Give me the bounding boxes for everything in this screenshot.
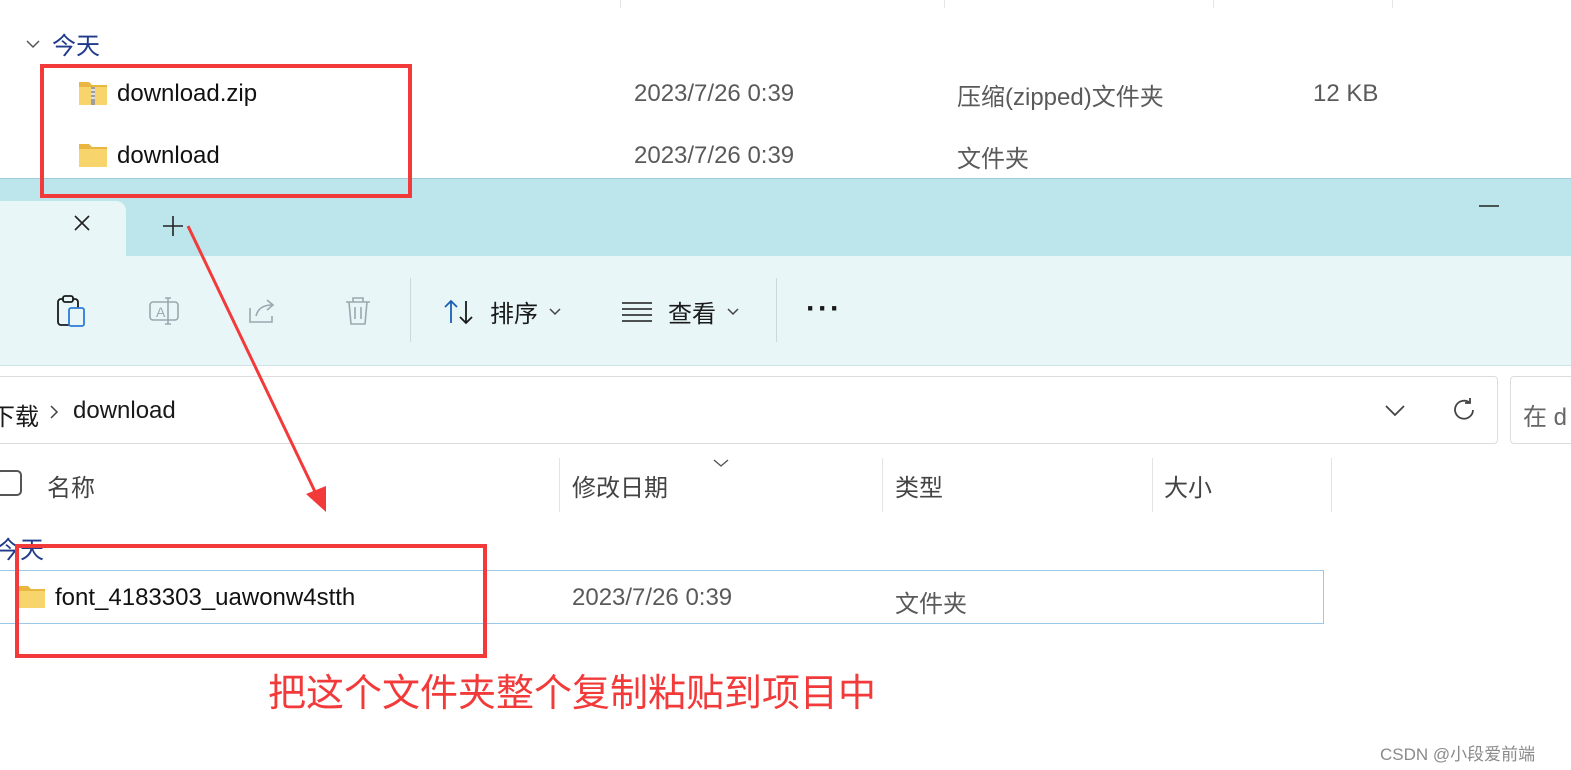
chevron-down-icon (727, 307, 739, 315)
file-date: 2023/7/26 0:39 (634, 142, 795, 169)
group-label: 今天 (52, 33, 100, 60)
column-header-type[interactable]: 类型 (895, 468, 943, 503)
column-divider[interactable] (1152, 458, 1153, 512)
file-size: 12 KB (1313, 80, 1379, 107)
more-options-button[interactable]: ··· (806, 292, 842, 326)
active-tab[interactable] (0, 201, 126, 259)
address-history-chevron-icon[interactable] (1384, 404, 1406, 418)
address-area: 下载 download (0, 366, 1571, 446)
svg-text:A: A (156, 304, 166, 320)
chevron-down-icon (549, 307, 561, 315)
column-header-size[interactable]: 大小 (1164, 468, 1212, 503)
breadcrumb-current[interactable]: download (73, 397, 176, 425)
delete-button[interactable] (341, 294, 375, 328)
share-icon (249, 299, 275, 323)
sort-indicator-icon (713, 459, 729, 467)
column-divider (620, 0, 621, 8)
file-date: 2023/7/26 0:39 (572, 584, 733, 611)
minimize-icon[interactable] (1478, 203, 1500, 209)
new-tab-icon[interactable] (160, 213, 186, 239)
paste-button[interactable] (54, 294, 88, 328)
file-type: 压缩(zipped)文件夹 (957, 83, 1164, 111)
clipboard-icon (57, 295, 85, 327)
address-bar[interactable]: 下载 download (0, 376, 1498, 444)
sort-label: 排序 (490, 301, 538, 328)
command-bar: A 排序 查看 ··· (0, 256, 1571, 366)
column-header-name[interactable]: 名称 (47, 468, 95, 503)
search-input[interactable]: 在 d (1510, 376, 1571, 444)
sort-icon (444, 299, 473, 324)
rename-button[interactable]: A (148, 294, 182, 328)
column-divider (1213, 0, 1214, 8)
column-divider[interactable] (559, 458, 560, 512)
file-date: 2023/7/26 0:39 (634, 80, 795, 107)
watermark: CSDN @小段爱前端 (1380, 745, 1536, 764)
column-divider (944, 0, 945, 8)
chevron-right-icon (50, 405, 59, 419)
rename-icon: A (149, 297, 179, 325)
group-header-today[interactable]: 今天 (26, 26, 100, 61)
column-header-row: 名称 修改日期 类型 大小 (0, 454, 1571, 514)
list-view-icon (622, 301, 652, 322)
toolbar-separator (410, 278, 411, 342)
annotation-note: 把这个文件夹整个复制粘贴到项目中 (268, 673, 877, 715)
trash-icon (346, 297, 370, 325)
toolbar-separator (776, 278, 777, 342)
view-label: 查看 (668, 301, 716, 328)
column-divider[interactable] (1331, 458, 1332, 512)
breadcrumb-parent[interactable]: 下载 (0, 397, 39, 432)
select-all-checkbox[interactable] (0, 470, 22, 496)
more-options-icon: ··· (806, 292, 842, 325)
close-tab-icon[interactable] (70, 211, 94, 235)
chevron-down-icon (26, 39, 40, 48)
highlight-box-top (40, 64, 412, 198)
highlight-box-bottom (15, 544, 487, 658)
file-type: 文件夹 (895, 591, 967, 618)
column-header-modified[interactable]: 修改日期 (572, 468, 668, 503)
file-type: 文件夹 (957, 145, 1029, 173)
column-divider (1392, 0, 1393, 8)
share-button[interactable] (246, 294, 280, 328)
sort-button[interactable]: 排序 (442, 294, 562, 329)
refresh-icon[interactable] (1450, 396, 1478, 424)
column-divider[interactable] (882, 458, 883, 512)
view-button[interactable]: 查看 (620, 294, 740, 329)
